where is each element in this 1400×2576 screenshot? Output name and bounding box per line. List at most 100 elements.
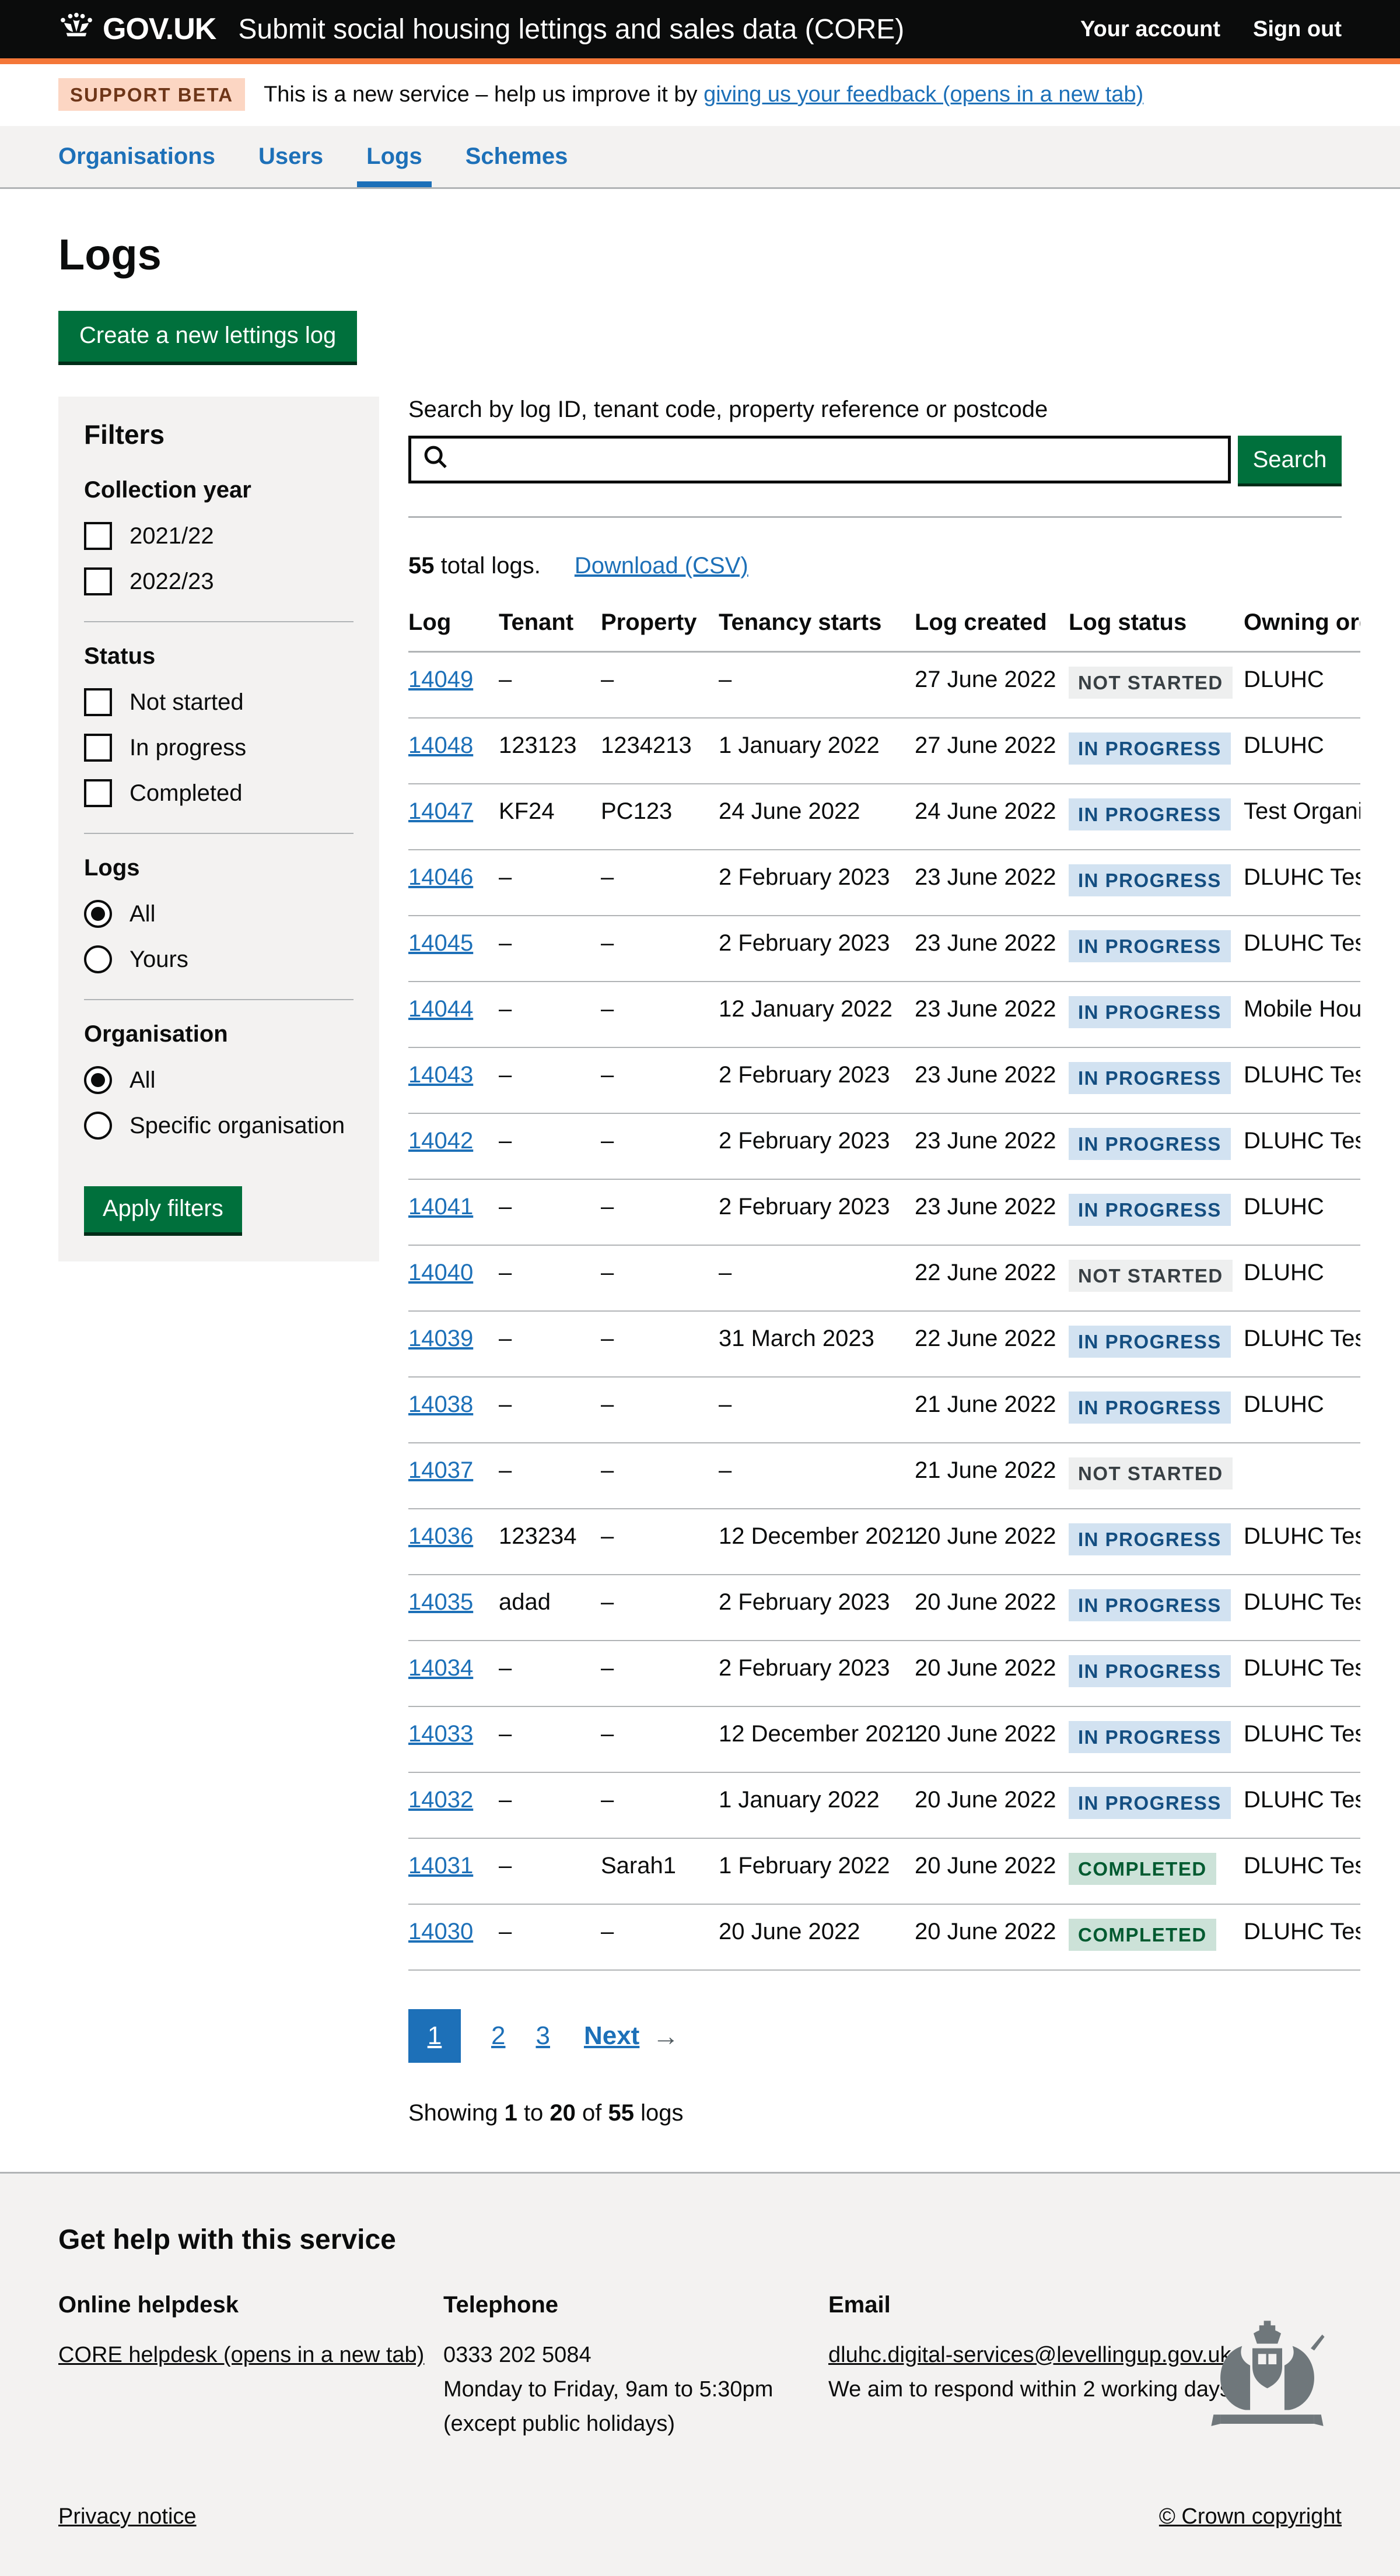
footer-link[interactable]: dluhc.digital-services@levellingup.gov.u…	[828, 2343, 1231, 2367]
tenancy-starts-cell: 24 June 2022	[719, 798, 915, 825]
tenant-cell: –	[499, 667, 601, 693]
tenant-cell: –	[499, 1919, 601, 1945]
table-row: 14034 – – 2 February 2023 20 June 2022 I…	[408, 1641, 1360, 1707]
log-id-link[interactable]: 14032	[408, 1787, 473, 1813]
search-input[interactable]	[457, 447, 1217, 473]
apply-filters-button[interactable]: Apply filters	[84, 1186, 242, 1232]
log-id-link[interactable]: 14041	[408, 1194, 473, 1219]
log-id-link[interactable]: 14048	[408, 733, 473, 758]
status-tag: In progress	[1069, 1062, 1231, 1094]
log-created-cell: 22 June 2022	[915, 1326, 1069, 1352]
log-id-link[interactable]: 14045	[408, 930, 473, 956]
footer-column-title: Telephone	[443, 2292, 828, 2318]
table-row: 14045 – – 2 February 2023 23 June 2022 I…	[408, 916, 1360, 982]
status-tag: Not started	[1069, 1260, 1233, 1292]
log-id-link[interactable]: 14036	[408, 1523, 473, 1549]
pagination-page-current[interactable]: 1	[408, 2009, 461, 2063]
log-id-link[interactable]: 14046	[408, 864, 473, 890]
tenant-cell: –	[499, 864, 601, 891]
table-row: 14047 KF24 PC123 24 June 2022 24 June 20…	[408, 784, 1360, 850]
log-id-link[interactable]: 14039	[408, 1326, 473, 1351]
owning-organisation-cell: Mobile Hou	[1244, 996, 1360, 1022]
checkbox[interactable]	[84, 734, 112, 762]
results-count: 55	[408, 553, 435, 579]
tenancy-starts-cell: 1 January 2022	[719, 1787, 915, 1813]
filter-option-label: Completed	[130, 780, 242, 807]
tenant-cell: –	[499, 930, 601, 956]
status-tag: In progress	[1069, 1787, 1231, 1819]
create-lettings-log-button[interactable]: Create a new lettings log	[58, 311, 357, 362]
govuk-logo-link[interactable]: GOV.UK	[58, 12, 216, 47]
log-id-link[interactable]: 14034	[408, 1655, 473, 1681]
search-box	[408, 436, 1231, 483]
status-tag: Not started	[1069, 667, 1233, 699]
owning-organisation-cell: DLUHC Tes	[1244, 1128, 1360, 1154]
log-id-link[interactable]: 14049	[408, 667, 473, 692]
main-content: Logs Create a new lettings log Filters C…	[58, 230, 1342, 2126]
beta-tag: SUPPORT BETA	[58, 78, 245, 111]
log-id-link[interactable]: 14037	[408, 1457, 473, 1483]
checkbox[interactable]	[84, 779, 112, 807]
property-cell: PC123	[601, 798, 719, 825]
log-id-link[interactable]: 14035	[408, 1589, 473, 1615]
log-id-link[interactable]: 14033	[408, 1721, 473, 1747]
radio-button[interactable]	[84, 900, 112, 928]
download-csv-link[interactable]: Download (CSV)	[575, 553, 748, 579]
results-count-text: 55 total logs.	[408, 553, 541, 579]
property-cell: –	[601, 1523, 719, 1550]
crown-copyright-link[interactable]: © Crown copyright	[1159, 2504, 1342, 2529]
feedback-link[interactable]: giving us your feedback (opens in a new …	[704, 82, 1143, 107]
status-tag: In progress	[1069, 996, 1231, 1028]
status-tag: In progress	[1069, 1655, 1231, 1687]
tenancy-starts-cell: 2 February 2023	[719, 1589, 915, 1615]
log-id-link[interactable]: 14047	[408, 798, 473, 824]
log-id-link[interactable]: 14042	[408, 1128, 473, 1154]
tenancy-starts-cell: 1 January 2022	[719, 733, 915, 759]
owning-organisation-cell: Test Organis	[1244, 798, 1360, 825]
search-button[interactable]: Search	[1238, 436, 1342, 483]
checkbox[interactable]	[84, 688, 112, 716]
log-id-link[interactable]: 14043	[408, 1062, 473, 1088]
privacy-notice-link[interactable]: Privacy notice	[58, 2504, 197, 2529]
owning-organisation-cell: DLUHC Tes	[1244, 1326, 1360, 1352]
phase-banner: SUPPORT BETA This is a new service – hel…	[0, 64, 1400, 126]
table-row: 14035 adad – 2 February 2023 20 June 202…	[408, 1575, 1360, 1641]
table-row: 14048 123123 1234213 1 January 2022 27 J…	[408, 719, 1360, 784]
log-created-cell: 23 June 2022	[915, 1062, 1069, 1088]
pagination-page-link[interactable]: 3	[536, 2021, 550, 2051]
status-tag: Completed	[1069, 1919, 1216, 1951]
log-created-cell: 27 June 2022	[915, 733, 1069, 759]
footer-link[interactable]: CORE helpdesk (opens in a new tab)	[58, 2343, 424, 2367]
filter-group-title: Organisation	[84, 1021, 354, 1047]
checkbox[interactable]	[84, 567, 112, 595]
column-header: Log created	[915, 609, 1069, 636]
log-id-link[interactable]: 14044	[408, 996, 473, 1022]
radio-button[interactable]	[84, 1112, 112, 1140]
nav-tab-schemes[interactable]: Schemes	[466, 126, 568, 187]
log-id-link[interactable]: 14040	[408, 1260, 473, 1285]
tenant-cell: –	[499, 1457, 601, 1484]
table-row: 14032 – – 1 January 2022 20 June 2022 In…	[408, 1773, 1360, 1839]
log-created-cell: 20 June 2022	[915, 1655, 1069, 1681]
status-tag: In progress	[1069, 1326, 1231, 1358]
search-label: Search by log ID, tenant code, property …	[408, 397, 1342, 423]
pagination-page-link[interactable]: 2	[491, 2021, 505, 2051]
nav-tab-logs[interactable]: Logs	[357, 126, 432, 187]
nav-tab-users[interactable]: Users	[258, 126, 323, 187]
radio-button[interactable]	[84, 1066, 112, 1094]
checkbox[interactable]	[84, 522, 112, 550]
table-row: 14043 – – 2 February 2023 23 June 2022 I…	[408, 1048, 1360, 1114]
your-account-link[interactable]: Your account	[1080, 17, 1220, 42]
log-created-cell: 20 June 2022	[915, 1853, 1069, 1879]
pagination-next-link[interactable]: Next	[584, 2021, 639, 2051]
sign-out-link[interactable]: Sign out	[1253, 17, 1342, 42]
log-id-link[interactable]: 14038	[408, 1392, 473, 1417]
nav-tab-organisations[interactable]: Organisations	[58, 126, 215, 187]
service-name-link[interactable]: Submit social housing lettings and sales…	[238, 13, 904, 45]
log-created-cell: 24 June 2022	[915, 798, 1069, 825]
log-id-link[interactable]: 14031	[408, 1853, 473, 1878]
column-header: Tenancy starts	[719, 609, 915, 636]
log-id-link[interactable]: 14030	[408, 1919, 473, 1944]
radio-button[interactable]	[84, 945, 112, 973]
owning-organisation-cell: DLUHC	[1244, 1194, 1360, 1220]
